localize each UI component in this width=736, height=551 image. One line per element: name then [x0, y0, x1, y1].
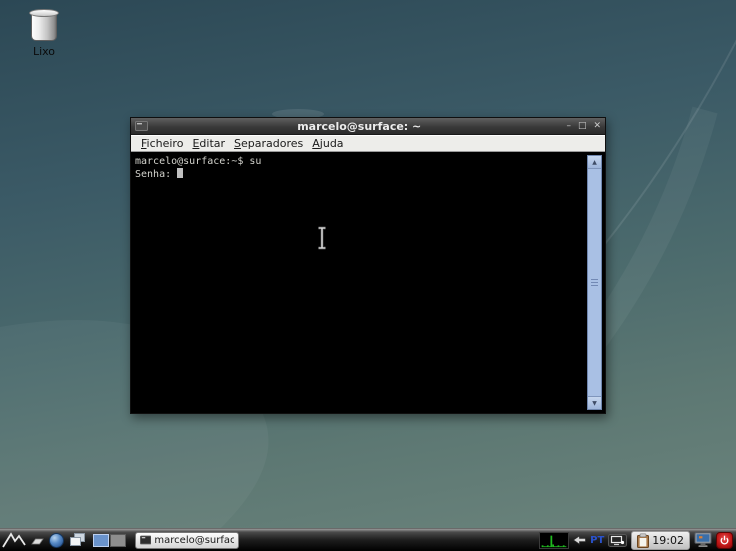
- window-title: marcelo@surface: ~: [297, 119, 422, 133]
- trash-shortcut[interactable]: Lixo: [20, 8, 68, 58]
- window-icon[interactable]: [135, 120, 148, 132]
- taskbar: marcelo@surfac... PT 19:02: [0, 528, 736, 551]
- menu-item-editar[interactable]: Editar: [192, 137, 225, 150]
- maximize-icon[interactable]: □: [578, 121, 587, 131]
- scrollbar-grip[interactable]: [591, 278, 598, 288]
- close-icon[interactable]: ✕: [593, 121, 601, 131]
- task-terminal-icon: [140, 535, 152, 545]
- task-button-label: marcelo@surfac...: [154, 534, 234, 546]
- trash-icon: [29, 9, 59, 41]
- menu-item-ficheiro[interactable]: Ficheiro: [141, 137, 183, 150]
- display-icon[interactable]: [694, 532, 712, 548]
- clock-tray-chip: 19:02: [631, 530, 690, 550]
- clock[interactable]: 19:02: [652, 534, 684, 547]
- terminal-window: marcelo@surface: ~ – □ ✕ Ficheiro Editar S…: [130, 117, 606, 414]
- minimize-icon[interactable]: –: [566, 121, 571, 131]
- show-desktop-icon[interactable]: [31, 535, 44, 546]
- web-browser-icon[interactable]: [49, 532, 64, 548]
- terminal-block-cursor: [177, 168, 184, 178]
- menu-item-separadores[interactable]: Separadores: [234, 137, 303, 150]
- terminal-line: Senha:: [135, 168, 584, 181]
- terminal-screen[interactable]: marcelo@surface:~$ su Senha: ▲ ▼: [132, 154, 604, 411]
- taskbar-launchers: [0, 531, 126, 549]
- scrollbar[interactable]: ▲ ▼: [587, 155, 602, 410]
- scroll-up-icon[interactable]: ▲: [588, 156, 601, 169]
- workspace-2[interactable]: [110, 533, 126, 547]
- desktop[interactable]: Lixo marcelo@surface: ~ – □ ✕ Ficheiro Ed…: [0, 0, 736, 551]
- system-tray: PT 19:02: [539, 530, 736, 550]
- keyboard-layout-indicator[interactable]: PT: [590, 535, 604, 546]
- ibeam-cursor: [318, 226, 326, 250]
- app-menu-logo-icon[interactable]: [2, 531, 26, 549]
- workspace-1[interactable]: [93, 533, 109, 547]
- collapse-tray-icon[interactable]: [573, 535, 586, 545]
- titlebar[interactable]: marcelo@surface: ~ – □ ✕: [131, 118, 605, 135]
- menu-bar: Ficheiro Editar Separadores Ajuda: [131, 135, 605, 152]
- trash-label: Lixo: [32, 45, 56, 58]
- clipboard-icon[interactable]: [637, 532, 650, 548]
- terminal-text: marcelo@surface:~$ su Senha:: [135, 156, 584, 181]
- cpu-graph-icon[interactable]: [539, 531, 570, 549]
- menu-item-ajuda[interactable]: Ajuda: [312, 137, 343, 150]
- workspace-pager: [93, 533, 126, 547]
- trash-lid: [29, 9, 59, 17]
- scroll-down-icon[interactable]: ▼: [588, 396, 601, 409]
- power-button[interactable]: [716, 531, 733, 549]
- task-button[interactable]: marcelo@surfac...: [135, 531, 239, 549]
- network-icon[interactable]: [608, 533, 628, 548]
- file-manager-icon[interactable]: [69, 533, 86, 547]
- window-controls: – □ ✕: [566, 121, 601, 131]
- terminal-line: marcelo@surface:~$ su: [135, 156, 262, 167]
- power-icon: [720, 535, 729, 544]
